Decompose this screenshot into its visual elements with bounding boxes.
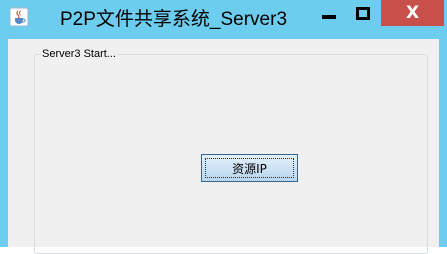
server-status-group: Server3 Start... 资源IP xyxy=(34,48,428,254)
minimize-button[interactable] xyxy=(312,0,346,26)
app-window: P2P文件共享系统_Server3 X Server3 Start... 资源I… xyxy=(0,0,447,254)
window-title: P2P文件共享系统_Server3 xyxy=(60,9,288,30)
maximize-button[interactable] xyxy=(346,0,380,26)
title-bar[interactable]: P2P文件共享系统_Server3 X xyxy=(0,0,447,32)
resource-ip-button[interactable]: 资源IP xyxy=(201,154,298,182)
server-status-label: Server3 Start... xyxy=(41,48,117,61)
content-panel: Server3 Start... 资源IP xyxy=(8,39,439,254)
close-icon: X xyxy=(405,2,420,23)
minimize-icon xyxy=(322,15,336,19)
maximize-icon xyxy=(356,6,370,20)
close-button[interactable]: X xyxy=(381,0,444,26)
focus-indicator xyxy=(205,158,294,178)
java-cup-icon xyxy=(9,7,29,27)
